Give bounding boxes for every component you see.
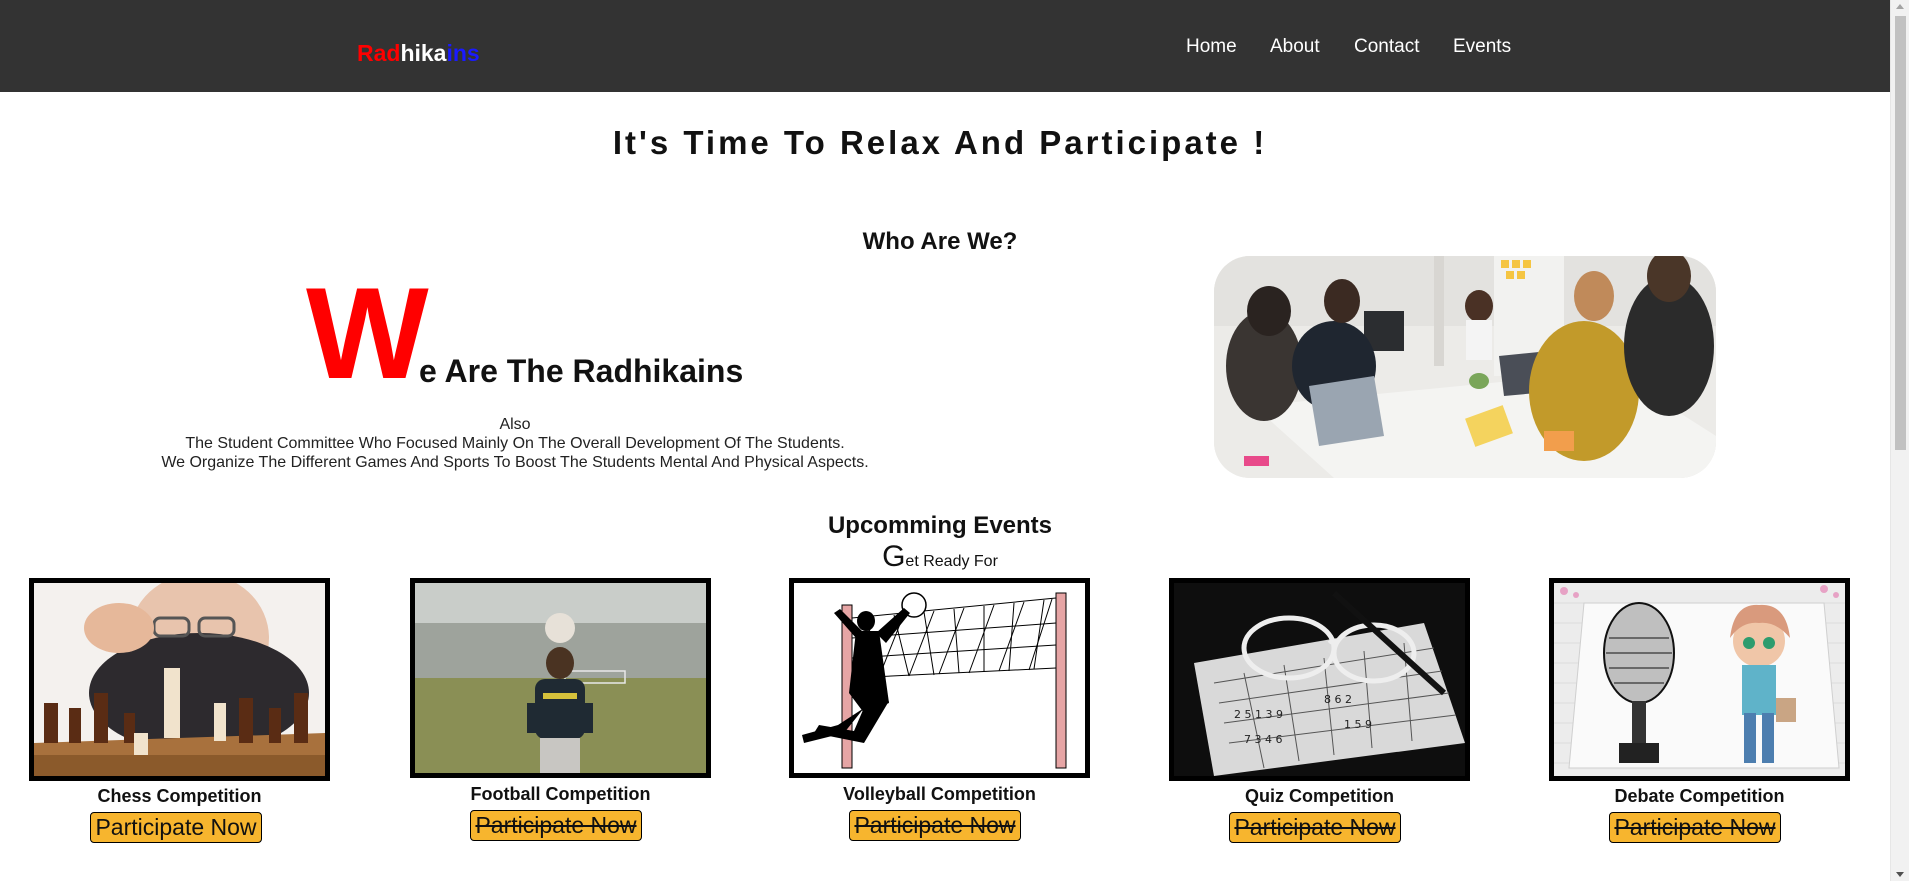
brand-logo[interactable]: Radhikains bbox=[357, 40, 480, 67]
svg-text:8 6 2: 8 6 2 bbox=[1324, 693, 1352, 706]
quiz-image: 2 5 1 3 9 8 6 2 7 3 4 6 1 5 9 bbox=[1169, 578, 1470, 781]
about-line-organize: We Organize The Different Games And Spor… bbox=[161, 454, 869, 471]
chess-image bbox=[29, 578, 330, 781]
about-line-committee: The Student Committee Who Focused Mainly… bbox=[185, 435, 845, 452]
navbar: Radhikains Home About Contact Events bbox=[0, 0, 1890, 92]
card-title-chess: Chess Competition bbox=[97, 786, 262, 806]
svg-text:7 3 4 6: 7 3 4 6 bbox=[1244, 733, 1282, 746]
svg-text:2 5 1 3 9: 2 5 1 3 9 bbox=[1234, 708, 1283, 721]
team-meeting-photo bbox=[1214, 256, 1716, 478]
events-subheading: Get Ready For bbox=[0, 540, 1880, 574]
about-line-also: Also bbox=[499, 416, 531, 433]
participate-button-football[interactable]: Participate Now bbox=[470, 810, 642, 841]
about-headline: e Are The Radhikains bbox=[419, 353, 744, 389]
participate-button-volleyball[interactable]: Participate Now bbox=[849, 810, 1021, 841]
volleyball-image bbox=[789, 578, 1090, 778]
about-description: Also The Student Committee Who Focused M… bbox=[130, 415, 900, 472]
about-heading: Who Are We? bbox=[862, 228, 1018, 255]
vertical-scrollbar[interactable] bbox=[1890, 0, 1909, 881]
brand-part-3: ins bbox=[446, 40, 480, 66]
nav-contact[interactable]: Contact bbox=[1354, 36, 1419, 58]
hero-title: It's Time To Relax And Participate ! bbox=[612, 124, 1268, 161]
card-title-quiz: Quiz Competition bbox=[1245, 786, 1394, 806]
nav-events[interactable]: Events bbox=[1453, 36, 1511, 58]
brand-part-1: Rad bbox=[357, 40, 401, 66]
about-big-letter: W bbox=[306, 260, 429, 406]
participate-button-chess[interactable]: Participate Now bbox=[90, 812, 262, 843]
football-image bbox=[410, 578, 711, 778]
brand-part-2: hika bbox=[400, 40, 447, 66]
scroll-up-arrow-icon[interactable] bbox=[1896, 4, 1904, 9]
participate-button-debate[interactable]: Participate Now bbox=[1609, 812, 1781, 843]
scroll-thumb[interactable] bbox=[1895, 16, 1906, 450]
card-title-volleyball: Volleyball Competition bbox=[843, 784, 1036, 804]
card-title-football: Football Competition bbox=[470, 784, 651, 804]
card-title-debate: Debate Competition bbox=[1614, 786, 1785, 806]
svg-text:1 5 9: 1 5 9 bbox=[1344, 718, 1372, 731]
participate-button-quiz[interactable]: Participate Now bbox=[1229, 812, 1401, 843]
events-sub-rest: et Ready For bbox=[905, 553, 998, 570]
events-sub-cap: G bbox=[882, 540, 906, 573]
debate-image bbox=[1549, 578, 1850, 781]
events-heading: Upcomming Events bbox=[827, 512, 1053, 539]
nav-home[interactable]: Home bbox=[1186, 36, 1237, 58]
nav-about[interactable]: About bbox=[1270, 36, 1320, 58]
scroll-down-arrow-icon[interactable] bbox=[1896, 872, 1904, 877]
